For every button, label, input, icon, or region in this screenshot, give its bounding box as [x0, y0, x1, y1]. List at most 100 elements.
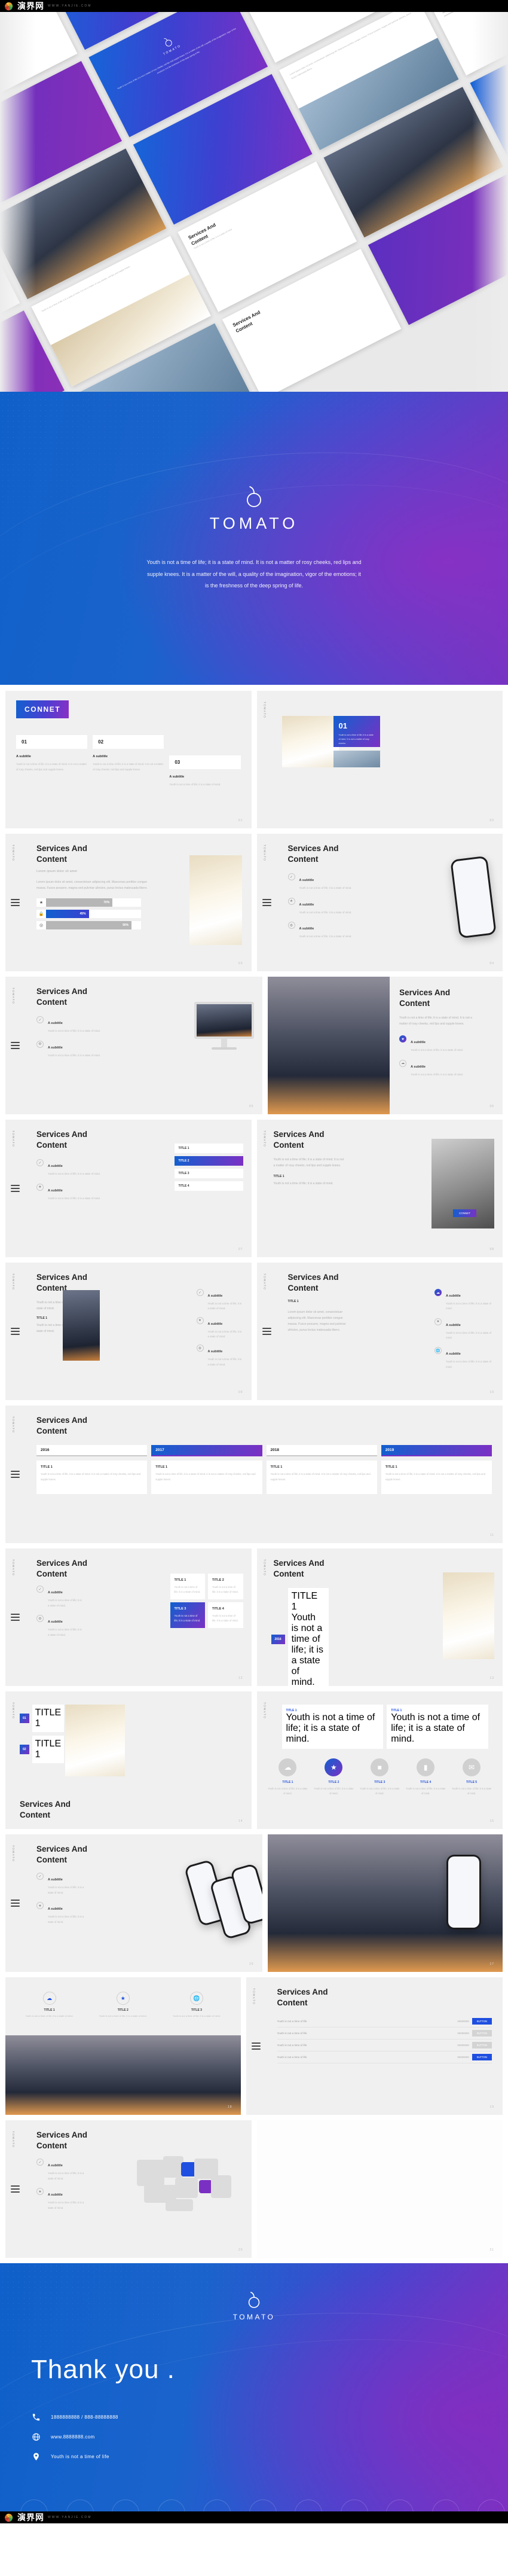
menu-icon[interactable]: [11, 2184, 20, 2194]
slide-number-image[interactable]: TOMATO 01 Youth is not a time of life; i…: [256, 691, 503, 828]
slide-title-accent: Content: [36, 1855, 67, 1865]
step-row[interactable]: 01 TITLE 1: [20, 1705, 65, 1732]
table-row[interactable]: Youth is not a time of life 88888888 BUT…: [277, 2016, 492, 2028]
slide-progress-bars[interactable]: TOMATO Services And Content Lorem ipsum …: [5, 834, 252, 971]
menu-icon[interactable]: [11, 1898, 20, 1909]
table-row-button[interactable]: BUTTON: [472, 2030, 492, 2037]
step-number: 2016: [271, 1635, 285, 1644]
bullet-title: A subtitle: [207, 1322, 223, 1326]
timeline-column[interactable]: 2016 TITLE 1 Youth is not a time of life…: [36, 1445, 148, 1495]
slide-city-phone[interactable]: 17: [267, 1834, 503, 1972]
slide-timeline[interactable]: TOMATO Services And Content 2016 TITLE 1…: [5, 1406, 503, 1543]
hero-mosaic: Services And Content Youth is not a time…: [0, 12, 508, 392]
timeline-column[interactable]: 2018 TITLE 1 Youth is not a time of life…: [266, 1445, 377, 1495]
site-watermark-bar: 演界网 WWW.YANJIE.COM: [0, 0, 508, 12]
agenda-item: 01 A subtitle Youth is not a time of lif…: [16, 735, 88, 773]
menu-icon[interactable]: [11, 1469, 20, 1480]
timeline-year[interactable]: 2017: [151, 1445, 262, 1457]
grid-card[interactable]: TITLE 2 Youth is not a time of life; it …: [208, 1574, 243, 1599]
slide-title: Services And: [273, 1559, 325, 1568]
list-item[interactable]: TITLE 2: [174, 1156, 243, 1166]
card-text: Youth is not a time of life; it is a sta…: [391, 1712, 481, 1744]
timeline-year[interactable]: 2018: [266, 1445, 377, 1457]
grid-card[interactable]: TITLE 1 Youth is not a time of life; it …: [170, 1574, 205, 1599]
slide-circle-icons[interactable]: TOMATO TITLE 1 Youth is not a time of li…: [256, 1691, 503, 1829]
mobile-icon: ▮: [417, 1758, 435, 1776]
slide-cards-grid[interactable]: TOMATO Services And Content ✓ A subtitle…: [5, 1548, 252, 1686]
kpi-item[interactable]: 🌐 TITLE 3 Youth is not a time of life; i…: [162, 1992, 231, 2018]
menu-icon[interactable]: [11, 897, 20, 908]
slide-icon-bullets[interactable]: TOMATO Services And Content TITLE 1 Lore…: [256, 1263, 503, 1400]
menu-icon[interactable]: [11, 1040, 20, 1051]
bullet-text: Youth is not a time of life; it is a sta…: [299, 886, 352, 890]
contact-row[interactable]: www.8888888.com: [31, 2432, 508, 2441]
card-text: Youth is not a time of life; it is a sta…: [212, 1586, 238, 1593]
bullet-item: 🌐 A subtitle Youth is not a time of life…: [434, 1347, 493, 1370]
table-row[interactable]: Youth is not a time of life 88888888 BUT…: [277, 2051, 492, 2064]
table-row[interactable]: Youth is not a time of life 88888888 BUT…: [277, 2028, 492, 2040]
slide-image-steps[interactable]: TOMATO Services And Content Youth is not…: [5, 1263, 252, 1400]
slide-list-rows[interactable]: TOMATO Services And Content ✓ A subtitle…: [5, 1120, 252, 1257]
list-item[interactable]: TITLE 4: [174, 1181, 243, 1191]
timeline-year[interactable]: 2019: [381, 1445, 492, 1457]
menu-icon[interactable]: [11, 1612, 20, 1623]
menu-icon[interactable]: [11, 1183, 20, 1194]
menu-icon[interactable]: [251, 2041, 261, 2051]
kpi-item[interactable]: ☁ TITLE 1 Youth is not a time of life; i…: [15, 1992, 84, 2018]
slide-blank[interactable]: 21: [256, 2120, 503, 2258]
slide-monitor-mock[interactable]: TOMATO Services And Content ✓ A subtitle…: [5, 977, 262, 1114]
list-item[interactable]: TITLE 1: [174, 1144, 243, 1153]
table-cell-label: Youth is not a time of life: [277, 2044, 307, 2047]
shield-icon: ★: [399, 1035, 407, 1043]
page-number: 09: [238, 1391, 243, 1394]
contact-row[interactable]: 1888888888 / 888-88888888: [31, 2412, 508, 2422]
slide-title-accent: Content: [20, 1810, 50, 1819]
page-number: 05: [249, 1105, 254, 1108]
slide-badge[interactable]: CONNET: [453, 1209, 476, 1217]
menu-icon[interactable]: [262, 897, 271, 908]
slide-photo-steps[interactable]: TOMATO 01 TITLE 1 02 TITLE 1 Services An…: [5, 1691, 252, 1829]
table-row-button[interactable]: BUTTON: [472, 2018, 492, 2025]
circle-item[interactable]: ☁ TITLE 1 Youth is not a time of life; i…: [267, 1758, 308, 1796]
slide-phone-mock[interactable]: TOMATO Services And Content ✓ A subtitle…: [256, 834, 503, 971]
bullet-text: Youth is not a time of life; it is a sta…: [48, 1053, 100, 1057]
grid-card[interactable]: TITLE 3 Youth is not a time of life; it …: [170, 1602, 205, 1628]
step-row[interactable]: 2016 TITLE 1 Youth is not a time of life;…: [271, 1588, 329, 1686]
slide-bw-photo[interactable]: TOMATO Services And Content Youth is not…: [256, 1120, 503, 1257]
slide-steps-photo[interactable]: TOMATO Services And Content 2016 TITLE 1…: [256, 1548, 503, 1686]
mail-icon: ✉: [463, 1758, 481, 1776]
table-row[interactable]: Youth is not a time of life 88888888 BUT…: [277, 2040, 492, 2052]
circle-item[interactable]: ■ TITLE 3 Youth is not a time of life; i…: [359, 1758, 400, 1796]
menu-icon[interactable]: [11, 1326, 20, 1337]
agenda-text: Youth is not a time of life; it is a sta…: [93, 763, 164, 771]
table-cell-value: 88888888: [457, 2032, 469, 2035]
timeline-column[interactable]: 2017 TITLE 1 Youth is not a time of life…: [151, 1445, 262, 1495]
grid-card[interactable]: TITLE 4 Youth is not a time of life; it …: [208, 1602, 243, 1628]
gear-icon: ⚙: [36, 1615, 44, 1623]
slide-table[interactable]: TOMATO Services And Content Youth is not…: [246, 1977, 503, 2115]
kpi-item[interactable]: ★ TITLE 2 Youth is not a time of life; i…: [88, 1992, 157, 2018]
bullet-item: ☁ A subtitle Youth is not a time of life…: [434, 1289, 493, 1312]
menu-icon[interactable]: [262, 1326, 271, 1337]
circle-item[interactable]: ★ TITLE 2 Youth is not a time of life; i…: [313, 1758, 354, 1796]
step-rows: 01 TITLE 1 02 TITLE 1: [20, 1705, 65, 1763]
timeline-column[interactable]: 2019 TITLE 1 Youth is not a time of life…: [381, 1445, 492, 1495]
list-item[interactable]: TITLE 3: [174, 1169, 243, 1178]
timeline-year[interactable]: 2016: [36, 1445, 148, 1457]
circle-item[interactable]: ▮ TITLE 4 Youth is not a time of life; i…: [405, 1758, 446, 1796]
page-number: 17: [489, 1962, 494, 1966]
circle-item[interactable]: ✉ TITLE 5 Youth is not a time of life; i…: [451, 1758, 492, 1796]
contact-row[interactable]: Youth is not a time of life: [31, 2452, 508, 2461]
slide-agenda[interactable]: CONNET 01 A subtitle Youth is not a time…: [5, 691, 252, 828]
table-row-button[interactable]: BUTTON: [472, 2042, 492, 2049]
slide-hero-photo[interactable]: Services And Content Youth is not a time…: [267, 977, 503, 1114]
table-row-button[interactable]: BUTTON: [472, 2054, 492, 2061]
slide-kpi-photo[interactable]: ☁ TITLE 1 Youth is not a time of life; i…: [5, 1977, 241, 2115]
circle-label: TITLE 4: [420, 1781, 432, 1784]
thanks-heading: Thank you .: [31, 2355, 175, 2384]
step-row[interactable]: 02 TITLE 1: [20, 1736, 65, 1763]
slide-phones-group[interactable]: TOMATO Services And Content ✓ A subtitle…: [5, 1834, 262, 1972]
shield-icon: ★: [325, 1758, 343, 1776]
slide-map[interactable]: TOMATO Services And Content ✓ A subtitle…: [5, 2120, 252, 2258]
top-cards: TITLE 1 Youth is not a time of life; it …: [268, 1701, 492, 1749]
